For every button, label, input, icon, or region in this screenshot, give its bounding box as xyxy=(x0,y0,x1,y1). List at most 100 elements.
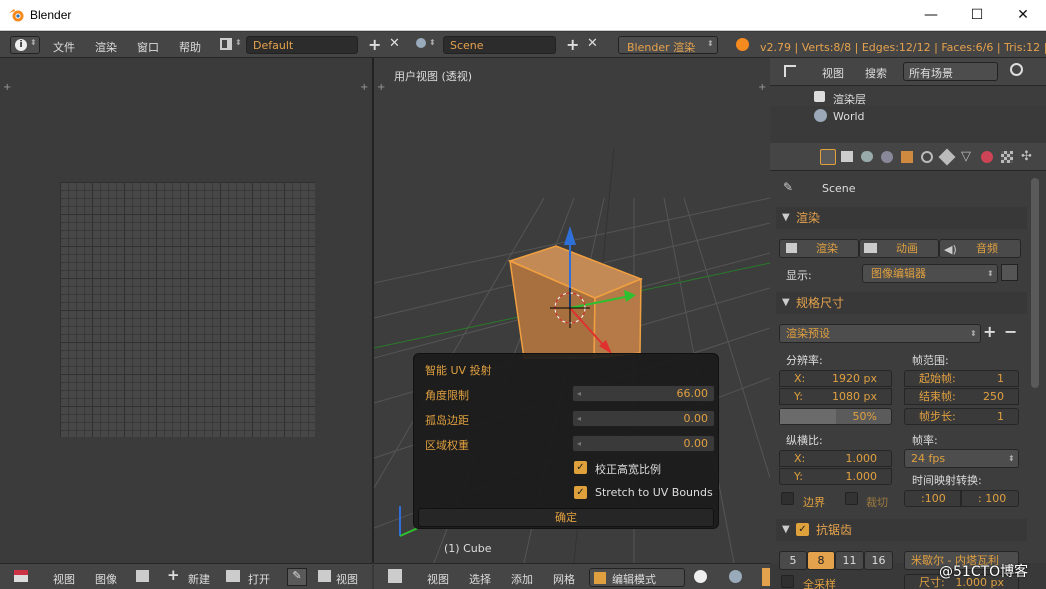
dimensions-panel-header[interactable]: ▼ 规格尺寸 xyxy=(776,292,1027,314)
resolution-x-field[interactable]: X: 1920 px xyxy=(779,370,892,387)
arrow-left-icon[interactable]: ◂ xyxy=(577,411,581,426)
layout-field[interactable]: Default xyxy=(246,36,358,54)
crop-checkbox[interactable] xyxy=(845,492,858,505)
full-sample-checkbox[interactable] xyxy=(781,575,794,588)
manipulator-toggle[interactable] xyxy=(762,568,770,586)
data-tab-icon[interactable]: ▽ xyxy=(961,149,971,164)
interaction-mode-selector[interactable]: 编辑模式 xyxy=(589,568,685,587)
end-frame-field[interactable]: 结束帧: 250 xyxy=(904,388,1019,405)
antialiasing-panel-header[interactable]: ▼ ✓ 抗锯齿 xyxy=(776,519,1027,541)
aspect-x-field[interactable]: X: 1.000 xyxy=(779,450,892,467)
add-preset-icon[interactable]: + xyxy=(983,322,996,341)
texture-tab-icon[interactable] xyxy=(1001,151,1013,163)
scene-tab-icon[interactable] xyxy=(861,151,873,162)
remove-preset-icon[interactable]: − xyxy=(1004,322,1017,341)
menu-file[interactable]: 文件 xyxy=(53,39,75,55)
border-checkbox[interactable] xyxy=(781,492,794,505)
vp-add-menu[interactable]: 添加 xyxy=(511,571,533,587)
angle-limit-field[interactable]: ◂ 66.00 xyxy=(572,385,715,402)
frame-step-field[interactable]: 帧步长: 1 xyxy=(904,408,1019,425)
properties-plus-icon[interactable]: + xyxy=(758,82,766,93)
delete-layout-icon[interactable]: ✕ xyxy=(389,36,400,51)
display-mode-selector[interactable]: 所有场景 xyxy=(903,62,998,81)
resolution-percent-slider[interactable]: 50% xyxy=(779,408,892,425)
area-weight-field[interactable]: ◂ 0.00 xyxy=(572,435,715,452)
search-icon[interactable] xyxy=(1010,63,1023,76)
vp-mesh-menu[interactable]: 网格 xyxy=(553,571,575,587)
frame-rate-selector[interactable]: 24 fps ⬍ xyxy=(904,449,1019,468)
constraints-tab-icon[interactable] xyxy=(921,151,933,163)
render-presets-selector[interactable]: 渲染预设 ⬍ xyxy=(779,324,981,343)
close-button[interactable]: ✕ xyxy=(1000,0,1046,31)
animation-button[interactable]: 动画 xyxy=(859,239,939,258)
delete-scene-icon[interactable]: ✕ xyxy=(587,36,598,51)
render-engine-selector[interactable]: Blender 渲染 ⬍ xyxy=(618,36,718,54)
time-remap-old-field[interactable]: :100 xyxy=(904,490,961,507)
object-tab-icon[interactable] xyxy=(901,151,913,163)
ok-button[interactable]: 确定 xyxy=(418,508,714,527)
start-frame-field[interactable]: 起始帧: 1 xyxy=(904,370,1019,387)
world-tab-icon[interactable] xyxy=(881,151,893,163)
outliner-view-menu[interactable]: 视图 xyxy=(822,65,844,81)
outliner-search-menu[interactable]: 搜索 xyxy=(865,65,887,81)
island-margin-field[interactable]: ◂ 0.00 xyxy=(572,410,715,427)
outliner-row-world[interactable]: World xyxy=(770,106,1046,126)
image-browse-icon[interactable] xyxy=(136,570,149,582)
aa-samples-8[interactable]: 8 xyxy=(807,551,835,570)
audio-button[interactable]: ◀) 音频 xyxy=(939,239,1021,258)
add-scene-icon[interactable]: + xyxy=(566,35,579,54)
maximize-button[interactable]: ☐ xyxy=(954,0,1000,31)
viewport-shading-icon[interactable] xyxy=(694,570,707,583)
menu-window[interactable]: 窗口 xyxy=(137,39,159,55)
scene-icon xyxy=(416,38,426,48)
resolution-y-field[interactable]: Y: 1080 px xyxy=(779,388,892,405)
new-image-icon[interactable]: + xyxy=(167,566,180,584)
pivot-point-icon[interactable] xyxy=(729,570,742,583)
arrow-left-icon[interactable]: ◂ xyxy=(577,386,581,401)
uv-image-menu[interactable]: 图像 xyxy=(95,571,117,587)
editor-type-selector[interactable]: i ⬍ xyxy=(10,36,40,54)
modifiers-tab-icon[interactable] xyxy=(938,148,956,166)
aa-samples-16[interactable]: 16 xyxy=(864,551,893,570)
lock-icon[interactable] xyxy=(1001,264,1018,281)
aa-samples-11[interactable]: 11 xyxy=(835,551,864,570)
new-image-button[interactable]: 新建 xyxy=(188,571,210,587)
outliner-row-render-layers[interactable]: 渲染层 xyxy=(770,86,1046,106)
add-layout-icon[interactable]: + xyxy=(368,35,381,54)
toolshelf-plus-icon[interactable]: + xyxy=(377,82,385,93)
3d-view-editor-icon[interactable] xyxy=(388,569,402,583)
render-tab-icon[interactable] xyxy=(820,149,836,165)
render-button[interactable]: 渲染 xyxy=(779,239,859,258)
material-tab-icon[interactable] xyxy=(981,151,993,163)
view-type-icon[interactable] xyxy=(318,570,331,582)
menu-render[interactable]: 渲染 xyxy=(95,39,117,55)
vp-view-menu[interactable]: 视图 xyxy=(427,571,449,587)
menu-help[interactable]: 帮助 xyxy=(179,39,201,55)
properties-plus-icon[interactable]: + xyxy=(360,82,368,93)
aspect-y-field[interactable]: Y: 1.000 xyxy=(779,468,892,485)
vp-select-menu[interactable]: 选择 xyxy=(469,571,491,587)
antialiasing-checkbox[interactable]: ✓ xyxy=(796,523,809,536)
arrow-left-icon[interactable]: ◂ xyxy=(577,436,581,451)
uv-view-menu-2[interactable]: 视图 xyxy=(336,571,358,587)
open-image-button[interactable]: 打开 xyxy=(248,571,270,587)
stretch-uv-checkbox[interactable]: ✓ xyxy=(574,486,587,499)
pin-icon[interactable]: ✎ xyxy=(287,568,307,586)
uv-view-menu[interactable]: 视图 xyxy=(53,571,75,587)
minimize-button[interactable]: — xyxy=(908,0,954,31)
correct-aspect-checkbox[interactable]: ✓ xyxy=(574,461,587,474)
pin-icon[interactable]: ✎ xyxy=(783,180,793,194)
clapper-icon xyxy=(864,243,877,253)
aa-samples-5[interactable]: 5 xyxy=(779,551,807,570)
time-remap-new-field[interactable]: : 100 xyxy=(961,490,1019,507)
uv-editor-type-icon[interactable] xyxy=(14,570,28,582)
open-folder-icon[interactable] xyxy=(226,570,240,582)
render-layers-tab-icon[interactable] xyxy=(841,151,853,162)
display-selector[interactable]: 图像编辑器 ⬍ xyxy=(862,264,998,283)
properties-scrollbar[interactable] xyxy=(1031,178,1039,388)
toolshelf-plus-icon[interactable]: + xyxy=(3,82,11,93)
outliner-editor-icon[interactable] xyxy=(784,65,796,77)
particles-tab-icon[interactable]: ✣ xyxy=(1021,149,1032,164)
render-panel-header[interactable]: ▼ 渲染 xyxy=(776,207,1027,229)
scene-field[interactable]: Scene xyxy=(443,36,556,54)
